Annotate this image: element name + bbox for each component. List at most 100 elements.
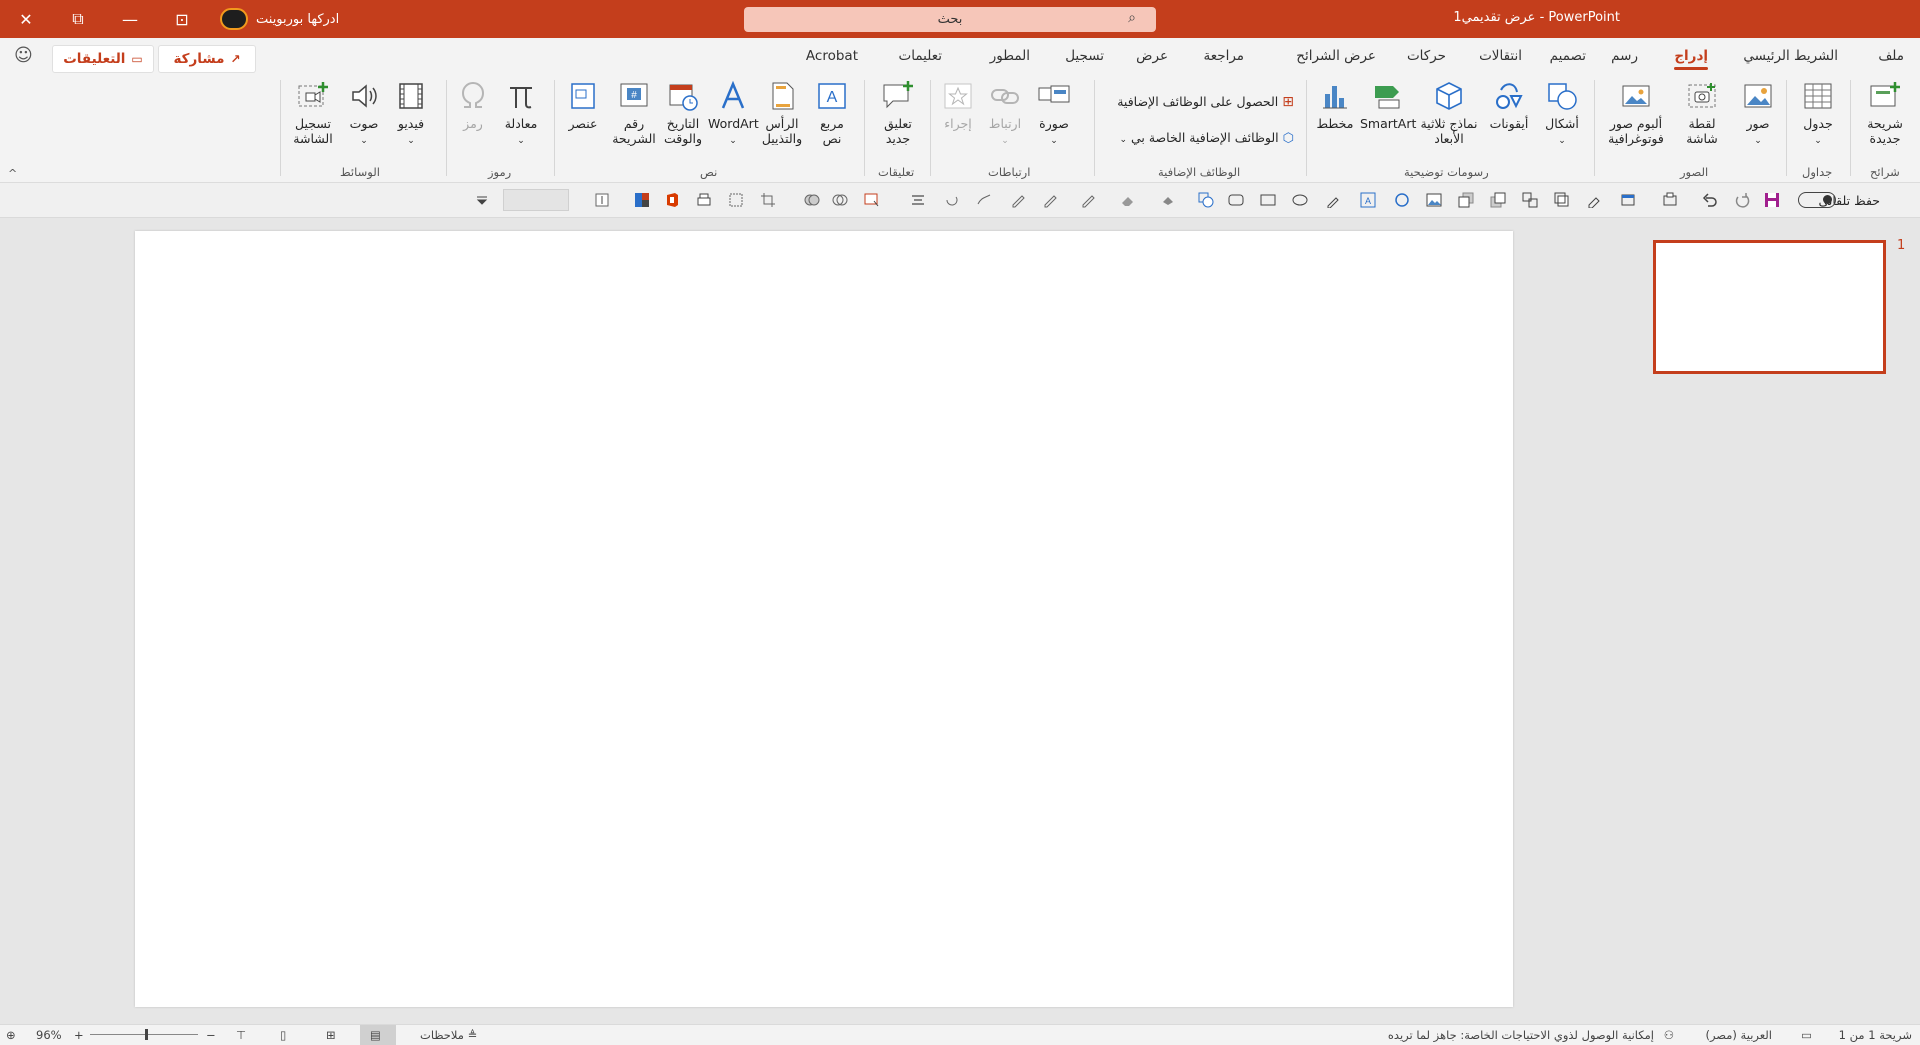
pen-icon[interactable] (1080, 192, 1096, 208)
font-size-field[interactable] (503, 189, 569, 211)
rectangle-icon[interactable] (1260, 192, 1276, 208)
save-icon[interactable] (1764, 192, 1780, 208)
get-addins-button[interactable]: الحصول على الوظائف الإضافية ⊞ (1117, 94, 1294, 110)
zoom-in-button[interactable]: + (74, 1028, 84, 1042)
share-button[interactable]: مشاركة ↗ (158, 45, 256, 73)
pencil-icon[interactable] (1010, 192, 1026, 208)
slideshow-view-icon[interactable]: ⊤ (236, 1028, 246, 1042)
wordart-button[interactable]: WordArt ⌄ (708, 80, 759, 149)
tab-review[interactable]: مراجعة (1203, 48, 1244, 64)
restore-button[interactable]: ⧉ (52, 0, 104, 38)
shapes-quick-icon[interactable] (1198, 192, 1214, 208)
minimize-button[interactable]: — (104, 0, 156, 38)
tab-slideshow[interactable]: عرض الشرائح (1296, 48, 1376, 64)
tab-animations[interactable]: حركات (1407, 48, 1446, 64)
zoom-out-button[interactable]: − (206, 1028, 216, 1042)
slide-canvas[interactable] (135, 231, 1513, 1007)
merge-shapes-icon[interactable] (832, 192, 848, 208)
symbol-button[interactable]: رمز (452, 80, 494, 131)
accessibility-icon[interactable]: ⚇ (1664, 1028, 1674, 1042)
notes-button[interactable]: ملاحظات ≜ (420, 1028, 477, 1042)
search-box[interactable]: بحث ⌕ (744, 7, 1156, 32)
zoom-slider-handle[interactable] (145, 1029, 148, 1040)
eraser-icon[interactable] (1120, 192, 1136, 208)
new-slide-button[interactable]: شريحة جديدة (1858, 80, 1912, 146)
photo-album-button[interactable]: ألبوم صور فوتوغرافية (1600, 80, 1672, 146)
accessibility-status[interactable]: إمكانية الوصول لذوي الاحتياجات الخاصة: ج… (1388, 1028, 1654, 1042)
tab-record[interactable]: تسجيل (1065, 48, 1104, 64)
union-shapes-icon[interactable] (804, 192, 820, 208)
slide-thumbnail[interactable] (1653, 240, 1886, 374)
slide-sorter-icon[interactable]: ⊞ (326, 1028, 336, 1042)
group-objects-icon[interactable] (1522, 192, 1538, 208)
table-button[interactable]: جدول ⌄ (1794, 80, 1842, 149)
tab-insert[interactable]: إدراج (1674, 48, 1708, 70)
audio-button[interactable]: صوت ⌄ (342, 80, 386, 149)
undo-icon[interactable] (1702, 192, 1718, 208)
tab-acrobat[interactable]: Acrobat (806, 48, 858, 64)
customize-qat-icon[interactable] (474, 192, 490, 208)
link-button[interactable]: ارتباط ⌄ (982, 80, 1028, 149)
eyedropper-icon[interactable] (1326, 192, 1342, 208)
oval-icon[interactable] (1292, 192, 1308, 208)
repeat-icon[interactable] (1734, 192, 1750, 208)
action-button[interactable]: إجراء (936, 80, 980, 131)
tab-transitions[interactable]: انتقالات (1479, 48, 1522, 64)
tab-developer[interactable]: المطور (990, 48, 1030, 64)
color-palette-icon[interactable] (634, 192, 650, 208)
bring-forward-icon[interactable] (1490, 192, 1506, 208)
print-icon[interactable] (696, 192, 712, 208)
pictures-button[interactable]: صور ⌄ (1734, 80, 1782, 149)
zoom-level[interactable]: 96% (36, 1028, 62, 1042)
rounded-rectangle-icon[interactable] (1228, 192, 1244, 208)
screen-recording-button[interactable]: تسجيل الشاشة (286, 80, 340, 146)
tab-home[interactable]: الشريط الرئيسي (1743, 48, 1838, 64)
text-direction-icon[interactable] (594, 192, 610, 208)
language-indicator[interactable]: العربية (مصر) (1705, 1028, 1772, 1042)
icons-quick-icon[interactable] (1394, 192, 1410, 208)
align-icon[interactable] (910, 192, 926, 208)
text-box-button[interactable]: A مربع نص (808, 80, 856, 146)
shape-fill-icon[interactable] (1160, 192, 1176, 208)
smartart-button[interactable]: SmartArt (1360, 80, 1416, 131)
resize-icon[interactable] (728, 192, 744, 208)
close-button[interactable]: ✕ (0, 0, 52, 38)
section-icon[interactable] (1620, 192, 1636, 208)
reading-view-icon[interactable]: ▯ (280, 1028, 286, 1042)
send-backward-icon[interactable] (1458, 192, 1474, 208)
video-button[interactable]: فيديو ⌄ (388, 80, 434, 149)
header-footer-button[interactable]: الرأس والتذييل (756, 80, 808, 146)
tab-design[interactable]: تصميم (1550, 48, 1586, 64)
copy-icon[interactable] (1554, 192, 1570, 208)
text-box-quick-icon[interactable]: A (1360, 192, 1376, 208)
collapse-ribbon-icon[interactable]: ^ (8, 167, 17, 180)
date-time-button[interactable]: التاريخ والوقت (658, 80, 708, 146)
spelling-check-icon[interactable]: ▭ (1801, 1028, 1812, 1042)
ribbon-display-options-button[interactable]: ⊡ (156, 0, 208, 38)
comments-button[interactable]: التعليقات ▭ (52, 45, 154, 73)
select-icon[interactable] (864, 192, 880, 208)
screenshot-button[interactable]: لقطة شاشة (1674, 80, 1730, 146)
tab-help[interactable]: تعليمات (899, 48, 942, 64)
new-comment-button[interactable]: تعليق جديد (870, 80, 926, 146)
feedback-smiley-icon[interactable]: ☺ (14, 45, 33, 66)
slide-number-button[interactable]: # رقم الشريحة (608, 80, 660, 146)
office-icon[interactable] (664, 192, 680, 208)
autosave-toggle[interactable] (1798, 192, 1836, 208)
chart-button[interactable]: مخطط (1312, 80, 1358, 131)
icons-button[interactable]: أيقونات (1484, 80, 1534, 131)
my-addins-button[interactable]: ⌄ الوظائف الإضافية الخاصة بي ⬡ (1119, 130, 1294, 146)
tab-view[interactable]: عرض (1136, 48, 1168, 64)
brush-icon[interactable] (1586, 192, 1602, 208)
highlighter-icon[interactable] (1042, 192, 1058, 208)
crop-icon[interactable] (760, 192, 776, 208)
equation-button[interactable]: معادلة ⌄ (496, 80, 546, 149)
insert-picture-icon[interactable] (1426, 192, 1442, 208)
3d-models-button[interactable]: نماذج ثلاثية الأبعاد (1416, 80, 1482, 146)
shapes-button[interactable]: أشكال ⌄ (1536, 80, 1588, 149)
user-account[interactable]: ادركها بوربوينت (220, 8, 339, 30)
zoom-button[interactable]: صورة ⌄ (1030, 80, 1078, 149)
object-button[interactable]: عنصر (560, 80, 606, 131)
ink-to-shape-icon[interactable] (976, 192, 992, 208)
tab-draw[interactable]: رسم (1611, 48, 1638, 64)
